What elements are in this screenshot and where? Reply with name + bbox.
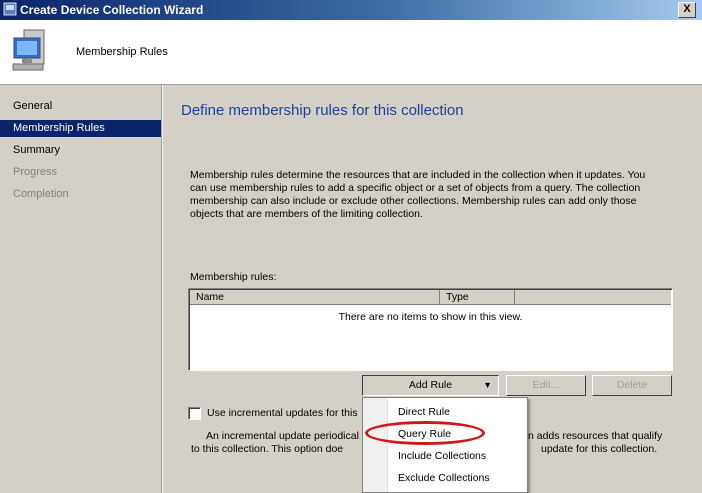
nav-item-membership-rules[interactable]: Membership Rules	[0, 120, 161, 137]
incremental-updates-label[interactable]: Use incremental updates for this	[207, 407, 358, 419]
column-header-filler	[515, 290, 671, 305]
wizard-window: Create Device Collection Wizard X Member…	[0, 0, 702, 493]
wizard-nav: General Membership Rules Summary Progres…	[0, 85, 163, 493]
query-rule-highlight-ellipse	[365, 421, 485, 445]
header-title: Membership Rules	[76, 46, 168, 58]
app-icon	[3, 2, 17, 16]
menu-item-include-collections[interactable]: Include Collections	[398, 450, 486, 462]
empty-list-message: There are no items to show in this view.	[338, 311, 523, 323]
add-rule-button[interactable]: Add Rule ▼	[362, 375, 499, 396]
description-text: Membership rules determine the resources…	[190, 169, 646, 220]
window-title: Create Device Collection Wizard	[20, 3, 204, 17]
computer-icon	[12, 29, 45, 71]
menu-icon-gutter	[363, 398, 388, 492]
column-header-type[interactable]: Type	[440, 290, 515, 305]
page-heading: Define membership rules for this collect…	[181, 102, 464, 119]
edit-button: Edit...	[506, 375, 586, 396]
add-rule-dropdown-menu: Direct Rule Query Rule Include Collectio…	[362, 397, 528, 493]
menu-item-direct-rule[interactable]: Direct Rule	[398, 406, 450, 418]
nav-item-general[interactable]: General	[13, 100, 52, 112]
nav-item-completion: Completion	[13, 188, 69, 200]
incremental-text-part2: n adds resources that qualify	[528, 430, 663, 442]
nav-divider	[161, 85, 162, 493]
membership-rules-list[interactable]: Name Type There are no items to show in …	[188, 288, 673, 371]
incremental-text-part1: An incremental update periodical	[206, 430, 359, 442]
incremental-text-line2b: update for this collection.	[541, 443, 658, 455]
membership-rules-label: Membership rules:	[190, 271, 277, 283]
add-rule-label: Add Rule	[408, 379, 453, 391]
menu-item-exclude-collections[interactable]: Exclude Collections	[398, 472, 490, 484]
title-bar: Create Device Collection Wizard X	[0, 0, 702, 20]
nav-item-progress: Progress	[13, 166, 58, 178]
nav-item-summary[interactable]: Summary	[13, 144, 60, 156]
wizard-header: Membership Rules	[0, 20, 702, 85]
incremental-text-line2a: to this collection. This option doe	[191, 443, 344, 455]
column-header-name[interactable]: Name	[190, 290, 440, 305]
delete-button: Delete	[592, 375, 672, 396]
dropdown-arrow-icon: ▼	[483, 380, 492, 390]
close-button[interactable]: X	[678, 2, 696, 18]
incremental-updates-checkbox[interactable]	[188, 407, 201, 420]
